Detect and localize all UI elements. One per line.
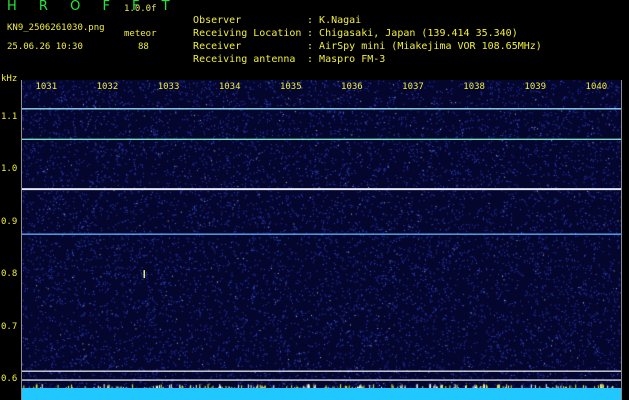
version-label: 1.0.0f xyxy=(124,4,157,14)
timestamp-label: 25.06.26 10:30 xyxy=(7,42,83,52)
y-tick-label: 0.6 xyxy=(1,374,18,385)
y-tick-label: 1.0 xyxy=(1,164,18,175)
y-tick-label: 0.7 xyxy=(1,321,18,332)
x-tick-label: 1031 xyxy=(35,82,58,92)
y-tick-label: 1.1 xyxy=(1,111,18,122)
info-value: Maspro FM-3 xyxy=(319,54,386,65)
x-tick-label: 1032 xyxy=(96,82,119,92)
spectrogram-plot xyxy=(21,80,622,400)
x-tick-label: 1036 xyxy=(341,82,363,92)
x-tick-label: 1038 xyxy=(463,82,485,92)
y-tick-label: 0.9 xyxy=(1,216,18,227)
x-tick-label: 1035 xyxy=(279,82,302,92)
x-tick-label: 1034 xyxy=(218,82,241,92)
x-tick-label: 1033 xyxy=(157,82,180,92)
info-row-antenna: Receiving antenna: Maspro FM-3 xyxy=(181,42,385,66)
x-tick-label: 1039 xyxy=(524,82,547,92)
count-label: 88 xyxy=(138,42,149,52)
info-separator: : xyxy=(307,54,314,65)
mode-label: meteor xyxy=(124,29,157,39)
x-tick-label: 1040 xyxy=(585,82,608,92)
info-label: Receiving antenna xyxy=(193,54,296,65)
filename-label: KN9_2506261030.png xyxy=(7,23,105,33)
spectrogram-overlay xyxy=(22,108,621,381)
spectrogram-baseline-band xyxy=(22,388,621,400)
x-tick-label: 1037 xyxy=(402,82,424,92)
y-axis-unit: kHz xyxy=(1,74,18,84)
y-tick-label: 0.8 xyxy=(1,269,18,280)
